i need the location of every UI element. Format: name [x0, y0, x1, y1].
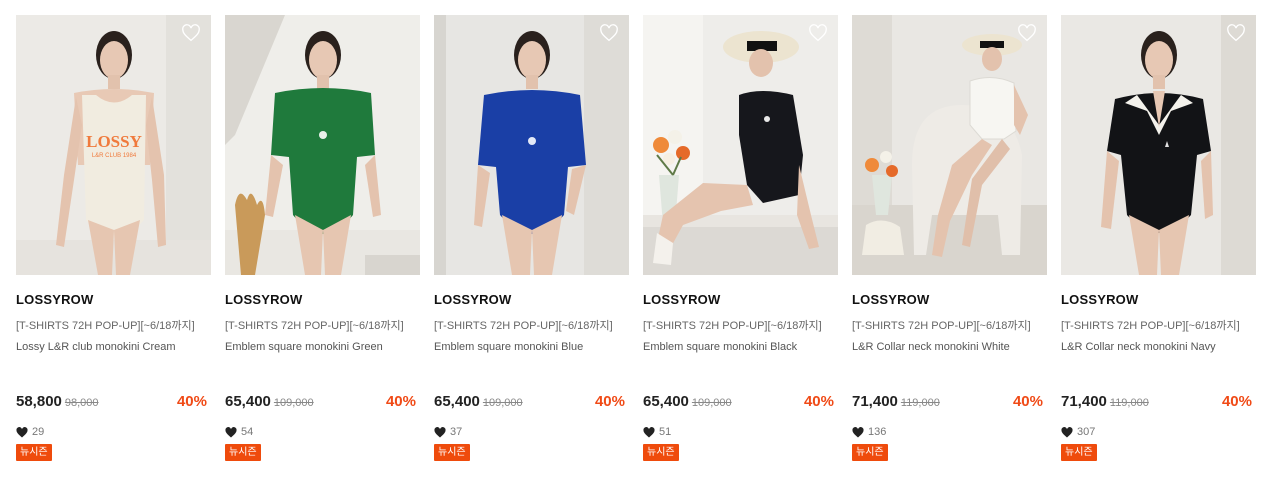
price-row: 71,400 119,000 40% [1061, 393, 1256, 413]
heart-filled-icon [643, 426, 655, 437]
product-image[interactable] [434, 15, 629, 275]
heart-filled-icon [225, 426, 237, 437]
heart-outline-icon[interactable] [181, 24, 201, 42]
product-card[interactable]: LOSSYROW [T-SHIRTS 72H POP-UP][~6/18까지] … [434, 15, 629, 461]
product-card[interactable]: LOSSYROW [T-SHIRTS 72H POP-UP][~6/18까지] … [225, 15, 420, 461]
brand-name[interactable]: LOSSYROW [643, 292, 838, 308]
promo-text: [T-SHIRTS 72H POP-UP][~6/18까지] [643, 320, 822, 332]
product-photo [434, 15, 629, 275]
product-image[interactable] [643, 15, 838, 275]
sale-price: 58,800 [16, 393, 62, 410]
new-season-badge: 뉴시즌 [1061, 444, 1097, 461]
like-count: 51 [643, 425, 838, 439]
like-count: 307 [1061, 425, 1256, 439]
brand-name[interactable]: LOSSYROW [852, 292, 1047, 308]
original-price: 98,000 [64, 397, 99, 409]
like-count: 29 [16, 425, 211, 439]
product-image[interactable] [225, 15, 420, 275]
product-name[interactable]: Lossy L&R club monokini Cream [16, 341, 211, 355]
original-price: 109,000 [482, 397, 523, 409]
like-count-value: 37 [450, 426, 463, 438]
like-count-value: 307 [1077, 426, 1096, 438]
product-card[interactable]: LOSSYROW [T-SHIRTS 72H POP-UP][~6/18까지] … [643, 15, 838, 461]
heart-filled-icon [852, 426, 864, 437]
price-row: 58,800 98,000 40% [16, 393, 211, 413]
product-image[interactable]: LOSSY L&R CLUB 1984 [16, 15, 211, 275]
product-card[interactable]: LOSSYROW [T-SHIRTS 72H POP-UP][~6/18까지] … [1061, 15, 1256, 461]
promo-text: [T-SHIRTS 72H POP-UP][~6/18까지] [1061, 320, 1240, 332]
new-season-badge: 뉴시즌 [16, 444, 52, 461]
promo-text: [T-SHIRTS 72H POP-UP][~6/18까지] [16, 320, 195, 332]
sale-price: 65,400 [225, 393, 271, 410]
original-price: 109,000 [273, 397, 314, 409]
product-name[interactable]: L&R Collar neck monokini White [852, 341, 1047, 355]
promo-text: [T-SHIRTS 72H POP-UP][~6/18까지] [225, 320, 404, 332]
heart-outline-icon[interactable] [808, 24, 828, 42]
sale-price: 65,400 [434, 393, 480, 410]
brand-name[interactable]: LOSSYROW [225, 292, 420, 308]
like-count-value: 51 [659, 426, 672, 438]
suit-logo-sub: L&R CLUB 1984 [92, 153, 137, 159]
price-row: 65,400 109,000 40% [225, 393, 420, 413]
like-count: 37 [434, 425, 629, 439]
sale-price: 65,400 [643, 393, 689, 410]
discount-rate: 40% [803, 393, 834, 410]
product-photo: LOSSY L&R CLUB 1984 [16, 15, 211, 275]
product-photo [643, 15, 838, 275]
price-row: 71,400 119,000 40% [852, 393, 1047, 413]
product-card[interactable]: LOSSYROW [T-SHIRTS 72H POP-UP][~6/18까지] … [852, 15, 1047, 461]
product-grid: LOSSY L&R CLUB 1984 LOSSYROW [T-SHIRTS 7… [16, 15, 1256, 461]
like-count-value: 29 [32, 426, 45, 438]
discount-rate: 40% [176, 393, 207, 410]
product-name[interactable]: Emblem square monokini Blue [434, 341, 629, 355]
promo-text: [T-SHIRTS 72H POP-UP][~6/18까지] [852, 320, 1031, 332]
brand-name[interactable]: LOSSYROW [1061, 292, 1256, 308]
heart-outline-icon[interactable] [1017, 24, 1037, 42]
discount-rate: 40% [594, 393, 625, 410]
like-count: 54 [225, 425, 420, 439]
heart-outline-icon[interactable] [599, 24, 619, 42]
promo-text: [T-SHIRTS 72H POP-UP][~6/18까지] [434, 320, 613, 332]
product-photo [225, 15, 420, 275]
original-price: 119,000 [900, 397, 940, 409]
heart-filled-icon [1061, 426, 1073, 437]
sale-price: 71,400 [852, 393, 898, 410]
discount-rate: 40% [1221, 393, 1252, 410]
suit-logo: LOSSY [86, 132, 142, 151]
new-season-badge: 뉴시즌 [643, 444, 679, 461]
product-image[interactable] [1061, 15, 1256, 275]
price-row: 65,400 109,000 40% [434, 393, 629, 413]
brand-name[interactable]: LOSSYROW [16, 292, 211, 308]
product-photo [852, 15, 1047, 275]
new-season-badge: 뉴시즌 [852, 444, 888, 461]
heart-outline-icon[interactable] [1226, 24, 1246, 42]
original-price: 109,000 [691, 397, 732, 409]
product-name[interactable]: Emblem square monokini Green [225, 341, 420, 355]
heart-filled-icon [16, 426, 28, 437]
heart-filled-icon [434, 426, 446, 437]
like-count-value: 54 [241, 426, 254, 438]
price-row: 65,400 109,000 40% [643, 393, 838, 413]
new-season-badge: 뉴시즌 [434, 444, 470, 461]
new-season-badge: 뉴시즌 [225, 444, 261, 461]
product-name[interactable]: Emblem square monokini Black [643, 341, 838, 355]
product-card[interactable]: LOSSY L&R CLUB 1984 LOSSYROW [T-SHIRTS 7… [16, 15, 211, 461]
like-count-value: 136 [868, 426, 887, 438]
brand-name[interactable]: LOSSYROW [434, 292, 629, 308]
discount-rate: 40% [385, 393, 416, 410]
like-count: 136 [852, 425, 1047, 439]
product-name[interactable]: L&R Collar neck monokini Navy [1061, 341, 1256, 355]
original-price: 119,000 [1109, 397, 1149, 409]
discount-rate: 40% [1012, 393, 1043, 410]
product-photo [1061, 15, 1256, 275]
product-image[interactable] [852, 15, 1047, 275]
sale-price: 71,400 [1061, 393, 1107, 410]
